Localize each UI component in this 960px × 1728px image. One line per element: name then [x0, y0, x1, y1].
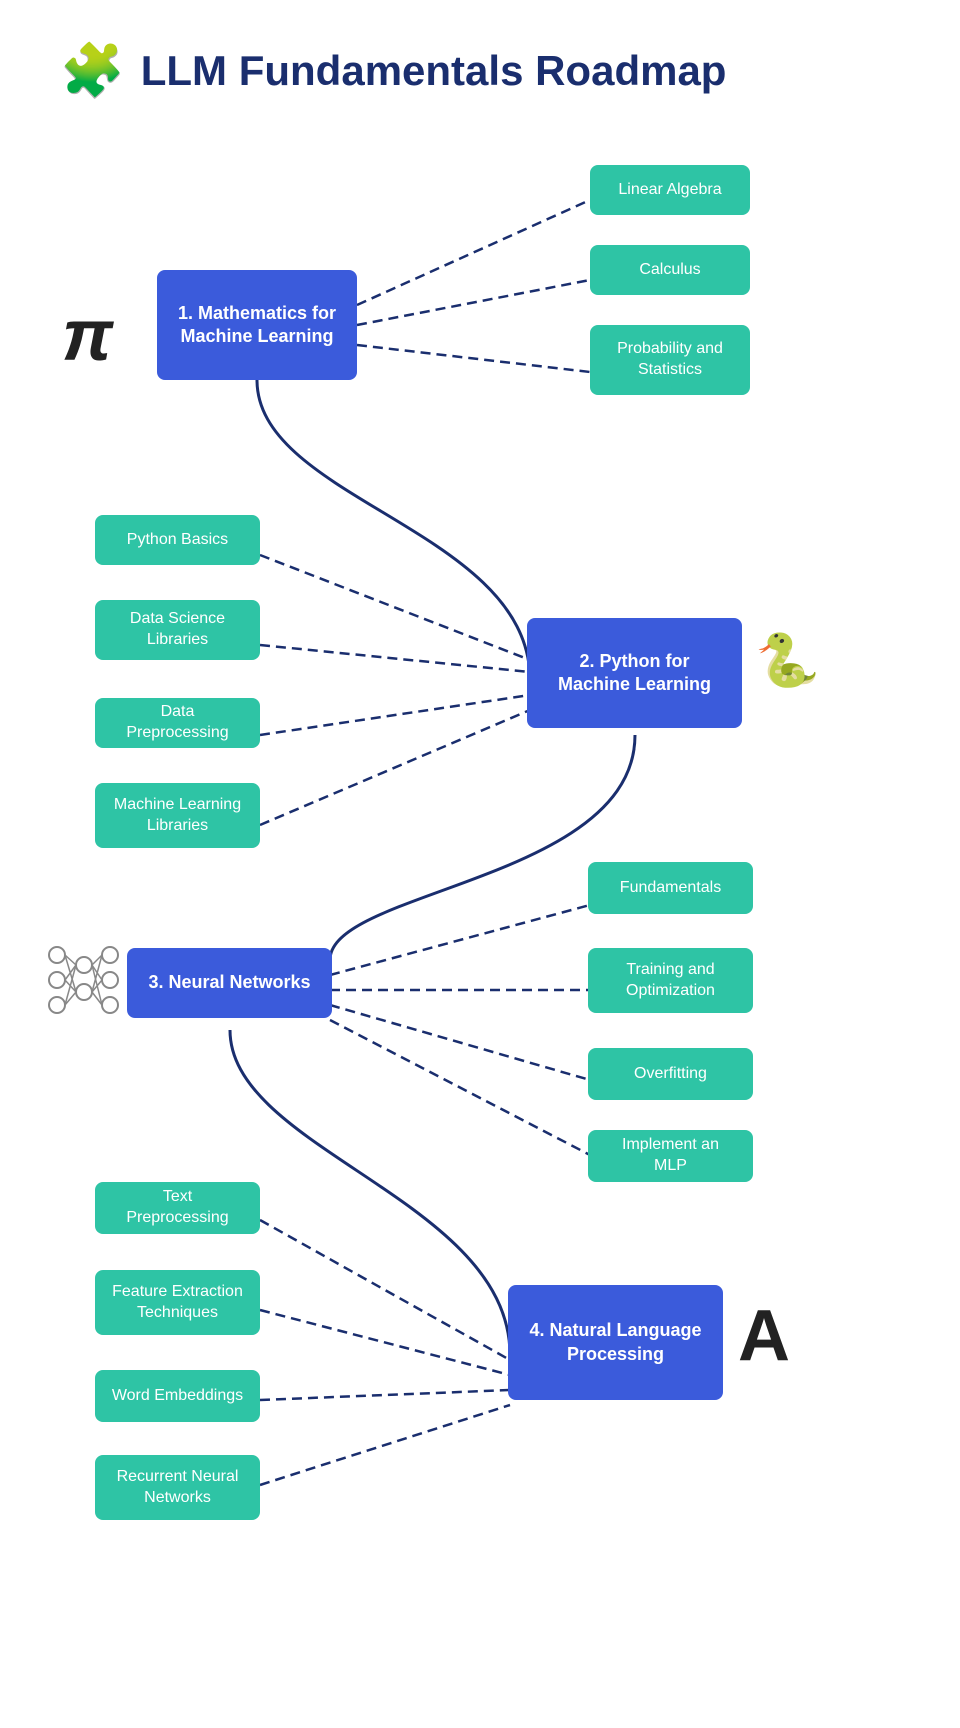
node-python-basics: Python Basics [95, 515, 260, 565]
node-probability-statistics: Probability andStatistics [590, 325, 750, 395]
node-ml-libraries: Machine LearningLibraries [95, 783, 260, 848]
node-overfitting: Overfitting [588, 1048, 753, 1100]
node-neural-networks: 3. Neural Networks [127, 948, 332, 1018]
node-calculus: Calculus [590, 245, 750, 295]
node-implement-mlp: Implement an MLP [588, 1130, 753, 1182]
header: 🧩 LLM Fundamentals Roadmap [60, 40, 900, 101]
neural-network-icon [42, 930, 122, 1025]
python-snake-icon: 🐍 [755, 630, 820, 691]
node-training-optimization: Training andOptimization [588, 948, 753, 1013]
node-python: 2. Python forMachine Learning [527, 618, 742, 728]
node-word-embeddings: Word Embeddings [95, 1370, 260, 1422]
node-text-preprocessing: Text Preprocessing [95, 1182, 260, 1234]
node-mathematics: 1. Mathematics forMachine Learning [157, 270, 357, 380]
node-nlp: 4. Natural LanguageProcessing [508, 1285, 723, 1400]
node-data-preprocessing: Data Preprocessing [95, 698, 260, 748]
node-fundamentals: Fundamentals [588, 862, 753, 914]
node-linear-algebra: Linear Algebra [590, 165, 750, 215]
puzzle-icon: 🧩 [60, 40, 125, 101]
typography-a-icon: A [738, 1295, 790, 1377]
pi-icon: π [62, 295, 113, 377]
node-data-science-libraries: Data ScienceLibraries [95, 600, 260, 660]
node-feature-extraction: Feature ExtractionTechniques [95, 1270, 260, 1335]
node-rnn: Recurrent NeuralNetworks [95, 1455, 260, 1520]
page-title: LLM Fundamentals Roadmap [141, 47, 727, 95]
page-container: 🧩 LLM Fundamentals Roadmap π 1. Mat [0, 0, 960, 1728]
